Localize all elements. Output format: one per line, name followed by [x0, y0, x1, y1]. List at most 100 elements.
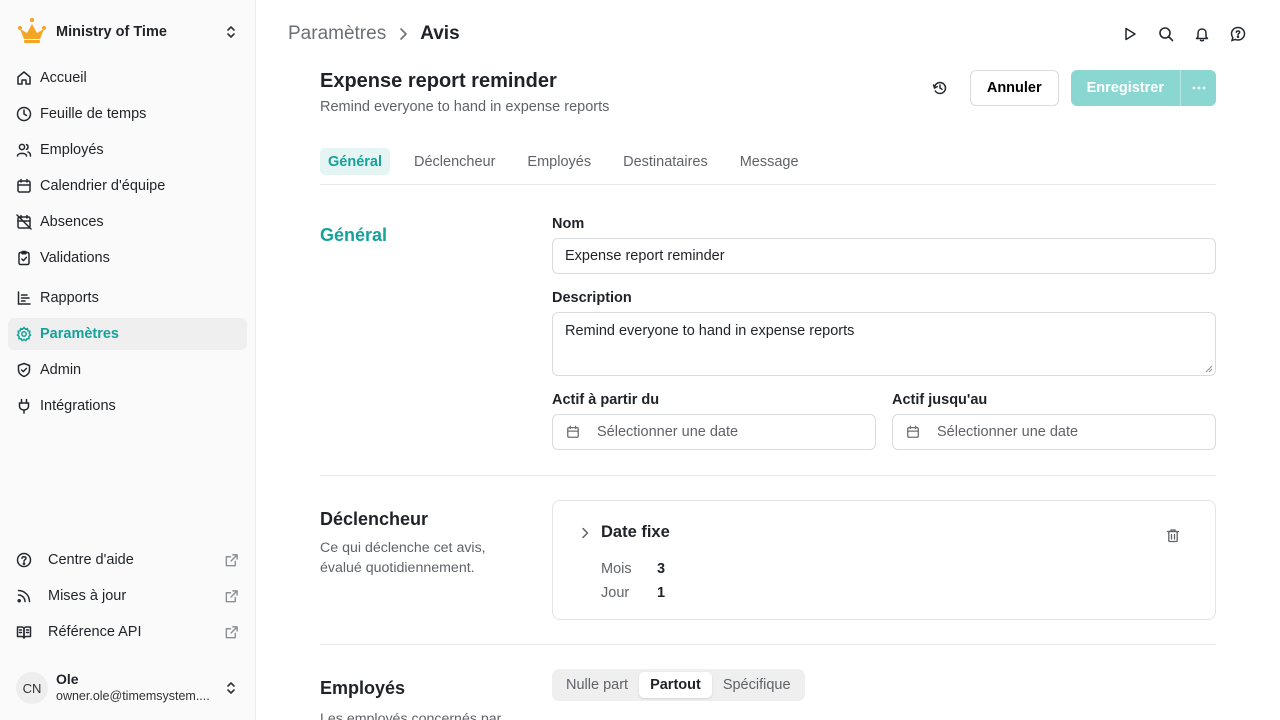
sidebar-item-absences[interactable]: Absences	[8, 206, 247, 238]
clock-icon	[16, 106, 32, 122]
trigger-card: Date fixe Mois 3 Jour 1	[552, 500, 1216, 620]
tab-declencheur[interactable]: Déclencheur	[406, 148, 503, 175]
settings-form: Expense report reminder Remind everyone …	[320, 68, 1216, 720]
description-value: Remind everyone to hand in expense repor…	[565, 323, 855, 339]
tab-message[interactable]: Message	[732, 148, 807, 175]
active-until-label: Actif jusqu'au	[892, 392, 988, 408]
active-from-placeholder: Sélectionner une date	[597, 424, 739, 440]
trash-icon[interactable]	[1165, 527, 1181, 543]
calendar-icon	[16, 178, 32, 194]
external-link-icon	[223, 588, 239, 604]
sidebar-item-parametres[interactable]: Paramètres	[8, 318, 247, 350]
sidebar-footer-links: Centre d'aide Mises à jour Référence API	[8, 544, 247, 652]
sidebar-item-label: Calendrier d'équipe	[40, 178, 166, 194]
org-switcher[interactable]: Ministry of Time	[16, 16, 239, 48]
section-header: Employés Les employés concernés par	[320, 678, 520, 720]
section-title: Général	[320, 225, 388, 245]
top-actions	[1120, 24, 1248, 44]
tab-general[interactable]: Général	[320, 148, 390, 175]
active-from-group: Actif à partir du Sélectionner une date	[552, 392, 876, 450]
cancel-button[interactable]: Annuler	[969, 70, 1059, 106]
trigger-card-title: Date fixe	[601, 523, 670, 541]
sidebar-item-label: Accueil	[40, 70, 87, 86]
date-range: Actif à partir du Sélectionner une date …	[552, 392, 1216, 450]
employees-section: Employés Les employés concernés par Null…	[320, 645, 1216, 720]
calendar-icon	[905, 424, 921, 440]
section-header: Général	[320, 225, 520, 246]
trigger-card-header[interactable]: Date fixe	[577, 523, 670, 542]
gear-icon	[16, 326, 32, 342]
sidebar-item-label: Feuille de temps	[40, 106, 147, 122]
save-button[interactable]: Enregistrer	[1070, 70, 1180, 106]
month-label: Mois	[601, 561, 632, 577]
description-field[interactable]: Remind everyone to hand in expense repor…	[552, 312, 1216, 376]
sidebar-item-label: Intégrations	[40, 398, 116, 414]
sidebar-item-calendrier[interactable]: Calendrier d'équipe	[8, 170, 247, 202]
sidebar: Ministry of Time Accueil Feuille de temp…	[0, 0, 256, 720]
external-link-icon	[223, 552, 239, 568]
chevron-right-icon	[577, 525, 593, 541]
sidebar-item-label: Absences	[40, 214, 104, 230]
sidebar-item-label: Rapports	[40, 290, 99, 306]
chevrons-up-down-icon	[223, 24, 239, 40]
tab-destinataires[interactable]: Destinataires	[615, 148, 716, 175]
breadcrumb-parent[interactable]: Paramètres	[288, 23, 386, 45]
name-field[interactable]: Expense report reminder	[552, 238, 1216, 274]
sidebar-item-employes[interactable]: Employés	[8, 134, 247, 166]
calendar-icon	[565, 424, 581, 440]
section-title: Déclencheur	[320, 509, 429, 529]
scope-segmented-control: Nulle part Partout Spécifique	[552, 669, 805, 701]
help-chat-icon[interactable]	[1228, 24, 1248, 44]
header-actions: Annuler Enregistrer	[924, 70, 1216, 106]
section-title: Employés	[320, 678, 406, 698]
sidebar-item-integrations[interactable]: Intégrations	[8, 390, 247, 422]
bell-icon[interactable]	[1192, 24, 1212, 44]
description-label: Description	[552, 290, 632, 306]
footer-item-label: Référence API	[48, 624, 142, 640]
sidebar-item-admin[interactable]: Admin	[8, 354, 247, 386]
history-icon[interactable]	[924, 70, 956, 106]
section-description: Ce qui déclenche cet avis, évalué quotid…	[320, 540, 486, 576]
sidebar-item-feuille-de-temps[interactable]: Feuille de temps	[8, 98, 247, 130]
user-info: Ole owner.ole@timemsystem....	[56, 671, 223, 704]
api-reference-link[interactable]: Référence API	[8, 616, 247, 648]
sidebar-item-label: Admin	[40, 362, 82, 378]
report-icon	[16, 290, 32, 306]
day-label: Jour	[601, 585, 630, 601]
main-content: Paramètres Avis Expense report reminder …	[256, 0, 1280, 720]
users-icon	[16, 142, 32, 158]
day-value: 1	[657, 585, 666, 601]
external-link-icon	[223, 624, 239, 640]
user-menu[interactable]: CN Ole owner.ole@timemsystem....	[16, 668, 239, 708]
active-until-group: Actif jusqu'au Sélectionner une date	[892, 392, 1216, 450]
scope-option-nowhere[interactable]: Nulle part	[555, 672, 639, 698]
section-header: Déclencheur Ce qui déclenche cet avis, é…	[320, 509, 520, 578]
more-options-button[interactable]	[1180, 70, 1216, 106]
updates-link[interactable]: Mises à jour	[8, 580, 247, 612]
sidebar-item-rapports[interactable]: Rapports	[8, 282, 247, 314]
employees-fields: Nulle part Partout Spécifique	[552, 645, 1216, 701]
help-center-link[interactable]: Centre d'aide	[8, 544, 247, 576]
footer-item-label: Centre d'aide	[48, 552, 134, 568]
resize-handle-icon[interactable]	[1205, 365, 1213, 373]
shield-icon	[16, 362, 32, 378]
month-row: Mois 3	[601, 561, 665, 577]
active-until-picker[interactable]: Sélectionner une date	[892, 414, 1216, 450]
trigger-section: Déclencheur Ce qui déclenche cet avis, é…	[320, 476, 1216, 645]
breadcrumb-current: Avis	[420, 23, 460, 44]
avatar: CN	[16, 672, 48, 704]
sidebar-item-validations[interactable]: Validations	[8, 242, 247, 274]
play-icon[interactable]	[1120, 24, 1140, 44]
search-icon[interactable]	[1156, 24, 1176, 44]
trigger-fields: Date fixe Mois 3 Jour 1	[552, 476, 1216, 620]
active-from-picker[interactable]: Sélectionner une date	[552, 414, 876, 450]
scope-option-everywhere[interactable]: Partout	[639, 672, 712, 698]
calendar-off-icon	[16, 214, 32, 230]
sidebar-nav: Accueil Feuille de temps Employés Calend…	[8, 62, 247, 426]
user-email: owner.ole@timemsystem....	[56, 688, 210, 703]
scope-option-specific[interactable]: Spécifique	[712, 672, 802, 698]
active-until-placeholder: Sélectionner une date	[937, 424, 1079, 440]
tab-employes[interactable]: Employés	[519, 148, 599, 175]
sidebar-item-label: Validations	[40, 250, 110, 266]
sidebar-item-accueil[interactable]: Accueil	[8, 62, 247, 94]
